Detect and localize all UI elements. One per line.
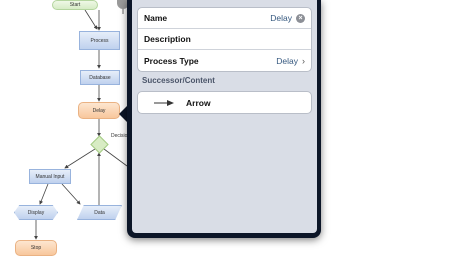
decision-label: Decisio <box>111 133 128 139</box>
node-label: Start <box>69 2 81 8</box>
node-label: Stop <box>30 245 42 251</box>
node-label: Delay <box>92 107 106 114</box>
successor-group: Arrow <box>137 91 312 114</box>
properties-panel: Name Delay × Description Process Type De… <box>132 0 317 233</box>
properties-group: Name Delay × Description Process Type De… <box>137 7 312 72</box>
successor-arrow-row[interactable]: Arrow <box>138 92 311 113</box>
flowchart-node-process[interactable]: Process <box>79 31 120 50</box>
node-label: Process <box>90 37 109 44</box>
node-label: Database <box>89 74 111 81</box>
flowchart-node-delay[interactable]: Delay <box>78 102 120 119</box>
process-type-row[interactable]: Process Type Delay › <box>138 50 311 71</box>
name-value-field[interactable]: Delay <box>270 13 292 23</box>
flowchart-node-display[interactable]: Display <box>14 205 58 220</box>
node-label: Manual Input <box>35 173 65 180</box>
flowchart-node-data[interactable]: Data <box>77 205 122 220</box>
section-header: Successor/Content <box>142 76 215 85</box>
arrow-icon <box>154 99 174 106</box>
flowchart-node-database[interactable]: Database <box>80 70 120 85</box>
flowchart-node-start[interactable]: Start <box>52 0 98 10</box>
flowchart-node-manual-input[interactable]: Manual Input <box>29 169 71 184</box>
process-type-value: Delay <box>276 55 298 66</box>
process-type-label: Process Type <box>144 55 199 66</box>
node-label: Display <box>27 209 45 216</box>
name-label: Name <box>144 13 168 23</box>
description-row[interactable]: Description <box>138 29 311 50</box>
description-label: Description <box>144 34 191 44</box>
name-row[interactable]: Name Delay × <box>138 8 311 29</box>
node-label: Data <box>94 209 105 216</box>
successor-label: Arrow <box>186 97 211 108</box>
flowchart-node-stop[interactable]: Stop <box>15 240 57 256</box>
chevron-right-icon: › <box>302 55 305 66</box>
clear-icon[interactable]: × <box>296 13 305 23</box>
